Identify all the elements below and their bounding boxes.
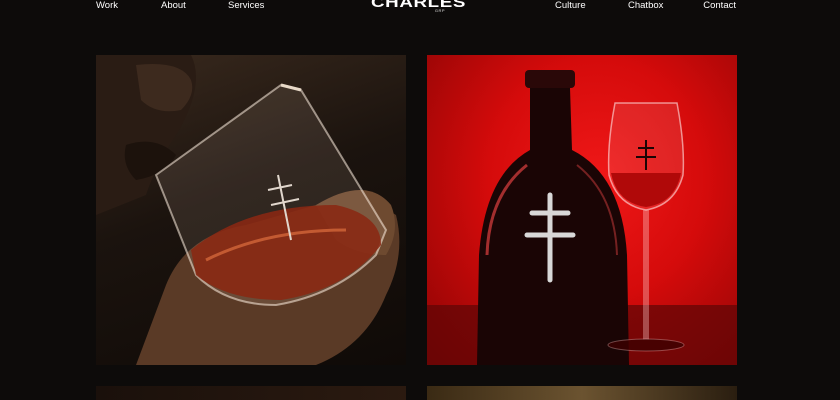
logo-wordmark: CHARLES xyxy=(371,0,467,11)
logo-subtext: GRP xyxy=(434,8,445,13)
nav-link-contact[interactable]: Contact xyxy=(703,0,736,11)
nav-link-culture[interactable]: Culture xyxy=(555,0,586,11)
gallery-tile-4[interactable] xyxy=(427,386,737,400)
gallery-tile-decanter[interactable] xyxy=(427,55,737,365)
nav-link-work[interactable]: Work xyxy=(96,0,118,11)
gallery-tile-tumbler[interactable] xyxy=(96,55,406,365)
tumbler-photo-image xyxy=(96,55,400,365)
nav-link-chatbox[interactable]: Chatbox xyxy=(628,0,663,11)
gallery-tile-3[interactable] xyxy=(96,386,406,400)
brand-logo[interactable]: CHARLES GRP xyxy=(371,0,465,14)
nav-link-services[interactable]: Services xyxy=(228,0,264,11)
nav-link-about[interactable]: About xyxy=(161,0,186,11)
decanter-photo-image xyxy=(427,70,737,365)
decanter-bottle xyxy=(477,70,629,365)
